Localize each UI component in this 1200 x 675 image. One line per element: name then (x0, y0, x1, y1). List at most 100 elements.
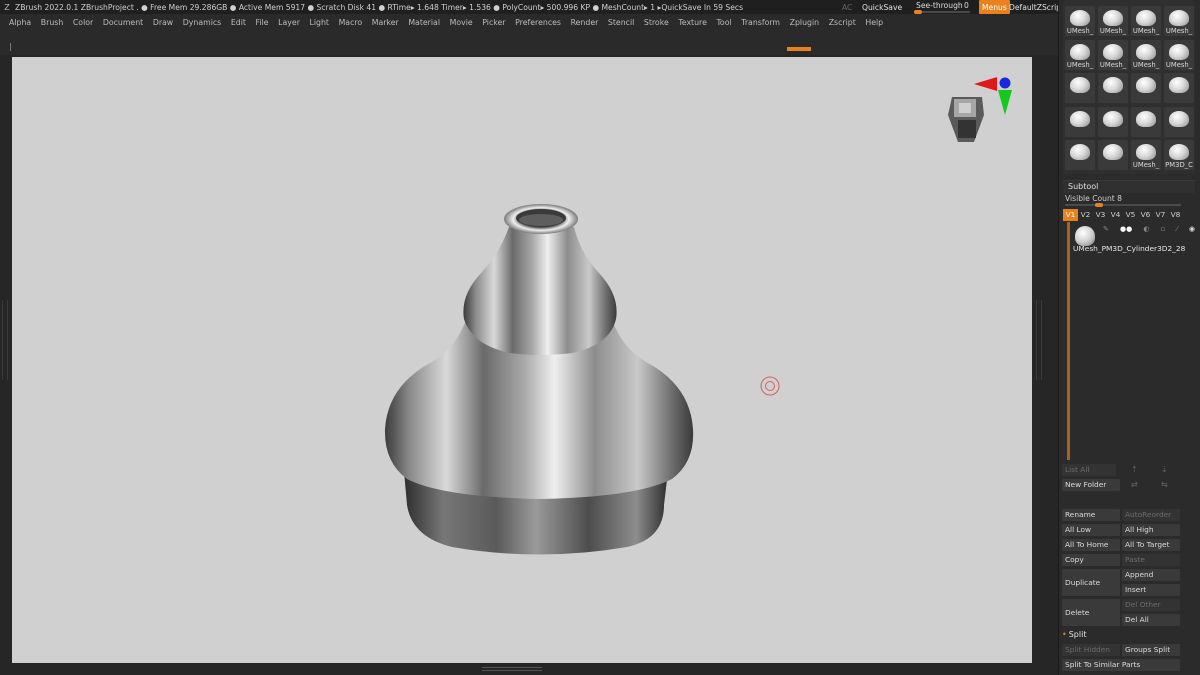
paste-button[interactable]: Paste (1122, 554, 1180, 566)
vase-model[interactable] (384, 204, 694, 555)
version-tab-v3[interactable]: V3 (1093, 209, 1108, 221)
arrow-left-icon[interactable]: ⇆ (1161, 480, 1168, 489)
brush-icon[interactable]: ✎ (1103, 225, 1109, 233)
del-all-button[interactable]: Del All (1122, 614, 1180, 626)
menu-render[interactable]: Render (571, 18, 599, 27)
menu-macro[interactable]: Macro (339, 18, 363, 27)
menu-marker[interactable]: Marker (372, 18, 399, 27)
visible-count-handle[interactable] (1095, 203, 1103, 207)
all-high-button[interactable]: All High (1122, 524, 1180, 536)
all-low-button[interactable]: All Low (1062, 524, 1120, 536)
mesh-thumbnail[interactable] (1098, 140, 1128, 170)
groups-split-button[interactable]: Groups Split (1122, 644, 1180, 656)
menu-stroke[interactable]: Stroke (644, 18, 669, 27)
mesh-thumbnail[interactable]: UMesh_ (1065, 6, 1095, 36)
bottom-tray-grip[interactable] (482, 667, 542, 671)
menu-texture[interactable]: Texture (678, 18, 707, 27)
see-through-slider[interactable]: See-through 0 (912, 0, 974, 14)
menu-draw[interactable]: Draw (153, 18, 173, 27)
del-other-button[interactable]: Del Other (1122, 599, 1180, 611)
menus-toggle-button[interactable]: Menus (979, 0, 1010, 14)
menu-transform[interactable]: Transform (741, 18, 780, 27)
menu-light[interactable]: Light (310, 18, 329, 27)
quicksave-button[interactable]: QuickSave (862, 0, 902, 14)
mesh-thumbnail[interactable] (1065, 106, 1095, 137)
menu-stencil[interactable]: Stencil (608, 18, 634, 27)
document-canvas[interactable] (12, 57, 1032, 663)
rename-button[interactable]: Rename (1062, 509, 1120, 521)
version-tab-v1[interactable]: V1 (1063, 209, 1078, 221)
version-tab-v5[interactable]: V5 (1123, 209, 1138, 221)
subtool-header[interactable]: Subtool (1063, 180, 1195, 193)
right-tray-grip[interactable] (1036, 300, 1042, 380)
menu-picker[interactable]: Picker (482, 18, 505, 27)
mesh-thumbnail[interactable]: UMesh_ (1098, 6, 1128, 36)
move-down-icon[interactable]: ⇣ (1161, 465, 1168, 474)
default-zscript-button[interactable]: DefaultZScript (1009, 0, 1058, 14)
all-to-target-button[interactable]: All To Target (1122, 539, 1180, 551)
split-to-similar-parts-button[interactable]: Split To Similar Parts (1062, 659, 1180, 671)
menu-material[interactable]: Material (408, 18, 440, 27)
version-tab-v8[interactable]: V8 (1168, 209, 1183, 221)
pen-icon[interactable]: ⁄ (1177, 225, 1178, 233)
lock-icon[interactable]: ▫ (1161, 225, 1166, 233)
mesh-thumbnail[interactable]: UMesh_ (1065, 39, 1095, 70)
menu-alpha[interactable]: Alpha (9, 18, 31, 27)
move-up-icon[interactable]: ⇡ (1131, 465, 1138, 474)
mesh-thumbnail[interactable]: UMesh_ (1098, 39, 1128, 70)
eye-icon[interactable]: ◉ (1189, 225, 1195, 233)
mesh-thumbnail[interactable] (1131, 73, 1161, 103)
new-folder-button[interactable]: New Folder (1062, 479, 1120, 491)
visible-count-slider[interactable] (1065, 203, 1181, 207)
mesh-thumbnail[interactable] (1098, 73, 1128, 103)
auto-reorder-button[interactable]: AutoReorder (1122, 509, 1180, 521)
mesh-thumbnail[interactable]: UMesh_ (1164, 39, 1194, 70)
mesh-thumbnail[interactable] (1065, 73, 1095, 103)
all-to-home-button[interactable]: All To Home (1062, 539, 1120, 551)
menu-file[interactable]: File (256, 18, 269, 27)
mesh-thumbnail-label: UMesh_ (1132, 60, 1160, 69)
menu-color[interactable]: Color (73, 18, 93, 27)
version-tab-v7[interactable]: V7 (1153, 209, 1168, 221)
split-hidden-button[interactable]: Split Hidden (1062, 644, 1120, 656)
menu-document[interactable]: Document (103, 18, 143, 27)
mesh-thumbnail[interactable]: UMesh_ (1131, 39, 1161, 70)
menu-zplugin[interactable]: Zplugin (790, 18, 819, 27)
mesh-thumbnail[interactable]: UMesh_ (1164, 6, 1194, 36)
subtool-item[interactable]: ✎ ●● ◐ ▫ ⁄ ◉ UMesh_PM3D_Cylinder3D2_28 (1073, 224, 1195, 256)
mesh-thumbnail[interactable] (1164, 106, 1194, 137)
polypaint-icon[interactable]: ◐ (1143, 225, 1149, 233)
navigation-gizmo-icon[interactable] (948, 77, 1012, 142)
mesh-thumbnail[interactable] (1164, 73, 1194, 103)
mesh-thumbnail[interactable] (1131, 106, 1161, 137)
menu-layer[interactable]: Layer (278, 18, 300, 27)
version-tab-v4[interactable]: V4 (1108, 209, 1123, 221)
version-tab-v2[interactable]: V2 (1078, 209, 1093, 221)
mesh-thumbnail[interactable]: UMesh_ (1131, 140, 1161, 170)
menu-brush[interactable]: Brush (41, 18, 64, 27)
list-all-button[interactable]: List All (1062, 464, 1116, 476)
menu-help[interactable]: Help (865, 18, 883, 27)
mesh-thumbnail[interactable] (1098, 106, 1128, 137)
insert-button[interactable]: Insert (1122, 584, 1180, 596)
delete-button[interactable]: Delete (1062, 599, 1120, 626)
mesh-thumbnail[interactable]: PM3D_C (1164, 140, 1194, 170)
menu-tool[interactable]: Tool (716, 18, 731, 27)
arrow-right-icon[interactable]: ⇄ (1131, 480, 1138, 489)
menu-edit[interactable]: Edit (231, 18, 246, 27)
mesh-thumbnail[interactable] (1065, 140, 1095, 170)
mesh-thumbnail[interactable]: UMesh_ (1131, 6, 1161, 36)
split-section-header[interactable]: • Split (1062, 630, 1086, 639)
menu-zscript[interactable]: Zscript (829, 18, 856, 27)
duplicate-button[interactable]: Duplicate (1062, 569, 1120, 596)
menu-preferences[interactable]: Preferences (515, 18, 561, 27)
menu-dynamics[interactable]: Dynamics (183, 18, 221, 27)
append-button[interactable]: Append (1122, 569, 1180, 581)
copy-button[interactable]: Copy (1062, 554, 1120, 566)
version-tab-v6[interactable]: V6 (1138, 209, 1153, 221)
subtool-list-scrollbar[interactable] (1067, 222, 1070, 460)
menu-movie[interactable]: Movie (450, 18, 473, 27)
left-tray-grip[interactable] (2, 300, 8, 380)
see-through-track[interactable] (914, 10, 970, 14)
toggle-icon[interactable]: ●● (1120, 225, 1132, 233)
